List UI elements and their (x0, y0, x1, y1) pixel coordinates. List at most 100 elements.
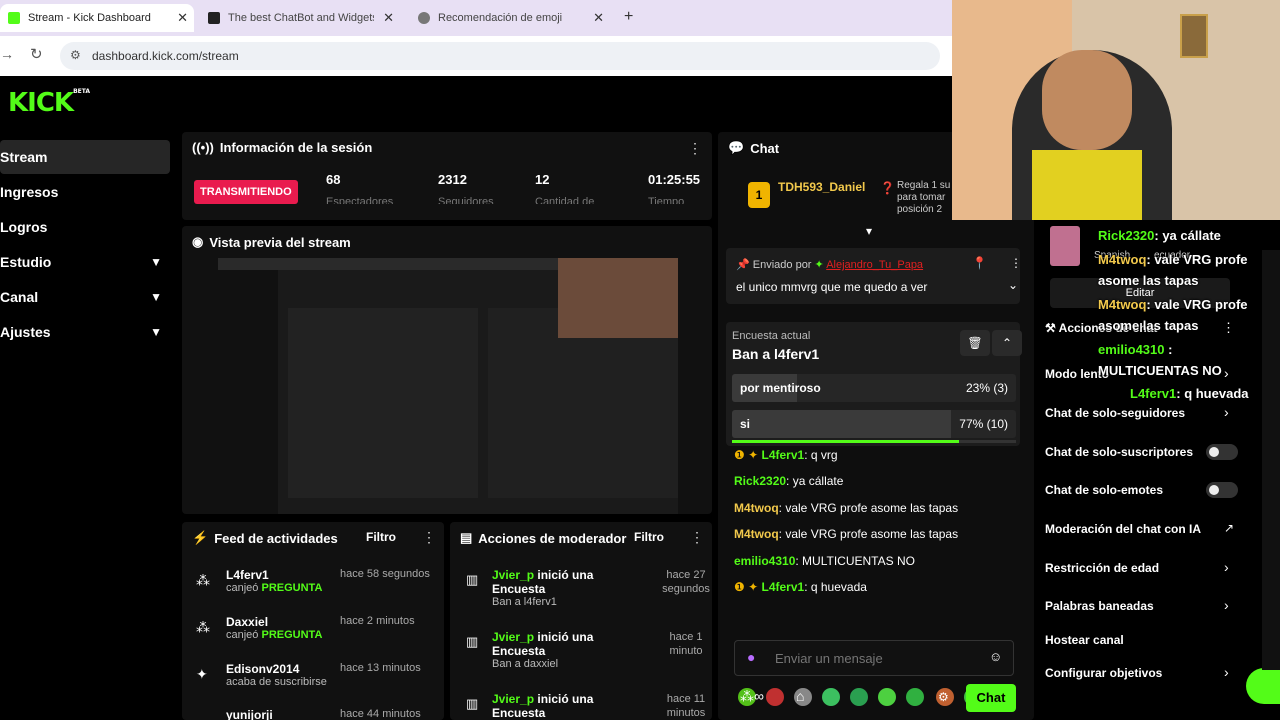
chat-username[interactable]: L4ferv1 (761, 580, 804, 594)
send-chat-button[interactable]: Chat (966, 684, 1016, 712)
subs-only-toggle[interactable] (1206, 444, 1238, 460)
age-restriction-row[interactable]: Restricción de edad (1045, 561, 1159, 575)
forward-icon[interactable]: → (0, 46, 14, 62)
poll-icon: ▥ (466, 696, 479, 711)
site-settings-icon[interactable]: ⚙ (70, 48, 81, 62)
reload-icon[interactable]: ↻ (30, 45, 43, 63)
feed-filter-button[interactable]: Filtro (366, 530, 396, 544)
chat-input[interactable]: ● ☺ (734, 640, 1014, 676)
wrench-icon: ⚒ (1045, 321, 1056, 335)
emote-icon[interactable] (766, 688, 784, 706)
sidebar-item-ajustes[interactable]: Ajustes ▼ (0, 315, 170, 349)
overlay-text: : q huevada (1176, 386, 1249, 401)
chevron-right-icon[interactable]: › (1224, 404, 1229, 420)
top-gifter-name[interactable]: TDH593_Daniel (778, 180, 865, 194)
points-icon[interactable]: ⁂∞ (740, 688, 764, 705)
microphone-icon[interactable]: ● (747, 649, 755, 665)
set-goals-row[interactable]: Configurar objetivos (1045, 666, 1162, 680)
chevron-right-icon[interactable]: › (1224, 597, 1229, 613)
store-icon[interactable]: ⌂ (796, 688, 804, 704)
delete-poll-icon[interactable]: 🗑 (960, 330, 990, 356)
sidebar-item-stream[interactable]: Stream (0, 140, 170, 174)
browser-tab-emoji[interactable]: Recomendación de emoji ✕ (410, 4, 610, 32)
sidebar-item-estudio[interactable]: Estudio ▼ (0, 245, 170, 279)
feed-time: hace 2 minutos (340, 615, 415, 627)
more-options-icon[interactable]: ⋮ (688, 140, 702, 157)
mod-user[interactable]: Jvier_p (492, 630, 534, 644)
emote-icon[interactable] (822, 688, 840, 706)
poll-option-text: si (740, 417, 751, 431)
emote-icon[interactable] (850, 688, 868, 706)
overlay-line: MULTICUENTAS NO (1098, 363, 1222, 378)
chat-settings-icon[interactable]: ⚙ (938, 690, 949, 704)
chat-message-field[interactable] (775, 647, 975, 669)
video-webcam (558, 258, 678, 338)
sidebar-item-canal[interactable]: Canal ▼ (0, 280, 170, 314)
chat-username[interactable]: Rick2320 (734, 474, 786, 488)
overlay-line: Rick2320: ya cállate (1098, 228, 1221, 243)
poll-timer-bar (732, 440, 960, 443)
mod-user[interactable]: Jvier_p (492, 568, 534, 582)
chat-text: q vrg (810, 448, 838, 462)
url-field[interactable]: ⚙ dashboard.kick.com/stream (60, 42, 940, 70)
sidebar-item-ingresos[interactable]: Ingresos (0, 175, 170, 209)
collapse-poll-icon[interactable]: ⌃ (992, 330, 1022, 356)
poll-icon: ▥ (466, 572, 479, 587)
emote-icon[interactable] (906, 688, 924, 706)
host-channel-row[interactable]: Hostear canal (1045, 633, 1124, 647)
emotes-only-row: Chat de solo-emotes (1045, 483, 1164, 497)
globe-favicon-icon (418, 12, 430, 24)
ai-moderation-row[interactable]: Moderación del chat con IA (1045, 522, 1201, 536)
mod-filter-button[interactable]: Filtro (634, 530, 664, 544)
mod-user[interactable]: Jvier_p (492, 692, 534, 706)
chat-message: ❶ ✦ L4ferv1: q huevada (734, 580, 867, 594)
banned-words-row[interactable]: Palabras baneadas (1045, 599, 1154, 613)
kick-logo[interactable]: KICKBETA (8, 88, 90, 118)
external-link-icon[interactable]: ↗ (1224, 521, 1234, 535)
chat-username[interactable]: M4twoq (734, 527, 779, 541)
more-options-icon[interactable]: ⋮ (422, 529, 436, 546)
chevron-right-icon[interactable]: › (1224, 559, 1229, 575)
sparkle-icon: ✦ (814, 259, 824, 271)
close-tab-icon[interactable]: ✕ (383, 10, 394, 26)
chat-username[interactable]: L4ferv1 (761, 448, 804, 462)
badge-icon: ❶ ✦ (734, 448, 762, 462)
chat-username[interactable]: M4twoq (734, 501, 779, 515)
emoji-picker-icon[interactable]: ☺ (989, 649, 1002, 664)
poll-option-result: 23% (3) (965, 381, 1008, 395)
poll-label: Encuesta actual (732, 330, 811, 342)
chat-username[interactable]: emilio4310 (734, 554, 795, 568)
browser-tab-chatbot[interactable]: The best ChatBot and Widgets ✕ (200, 4, 400, 32)
poll-option[interactable]: por mentiroso 23% (3) (732, 374, 1016, 402)
pinned-by-user[interactable]: Alejandro_Tu_Papa (826, 259, 923, 271)
overlay-username: Rick2320 (1098, 228, 1155, 243)
more-options-icon[interactable]: ⋮ (1222, 320, 1235, 336)
overlay-username: L4ferv1 (1130, 386, 1177, 401)
unpin-icon[interactable]: 📍 (972, 256, 987, 270)
overlay-line: asome las tapas (1098, 318, 1198, 333)
chevron-right-icon[interactable]: › (1224, 664, 1229, 680)
poll-option[interactable]: si 77% (10) (732, 410, 1016, 438)
sidebar-item-logros[interactable]: Logros (0, 210, 170, 244)
lightning-icon: ⚡ (192, 530, 209, 545)
emote-icon[interactable] (878, 688, 896, 706)
more-options-icon[interactable]: ⋮ (690, 529, 704, 546)
support-chat-button[interactable] (1246, 668, 1280, 704)
stream-video[interactable] (218, 258, 678, 514)
followers-only-row[interactable]: Chat de solo-seguidores (1045, 406, 1185, 420)
poll-question: Ban a l4ferv1 (732, 346, 820, 362)
logo-text: KICK (8, 88, 74, 118)
feed-action: acaba de suscribirse (226, 676, 327, 688)
chevron-down-icon[interactable]: ▾ (866, 224, 872, 238)
more-options-icon[interactable]: ⋮ (1010, 256, 1022, 270)
separator: : (786, 474, 793, 488)
new-tab-button[interactable]: + (624, 8, 633, 26)
chevron-right-icon[interactable]: › (1224, 365, 1229, 381)
chevron-down-icon[interactable]: ⌄ (1008, 278, 1018, 292)
feed-time: hace 13 minutos (340, 662, 421, 674)
browser-tab-kick[interactable]: Stream - Kick Dashboard ✕ (0, 4, 194, 32)
close-tab-icon[interactable]: ✕ (593, 10, 604, 26)
chat-message: Rick2320: ya cállate (734, 474, 843, 488)
close-tab-icon[interactable]: ✕ (177, 10, 188, 26)
emotes-only-toggle[interactable] (1206, 482, 1238, 498)
